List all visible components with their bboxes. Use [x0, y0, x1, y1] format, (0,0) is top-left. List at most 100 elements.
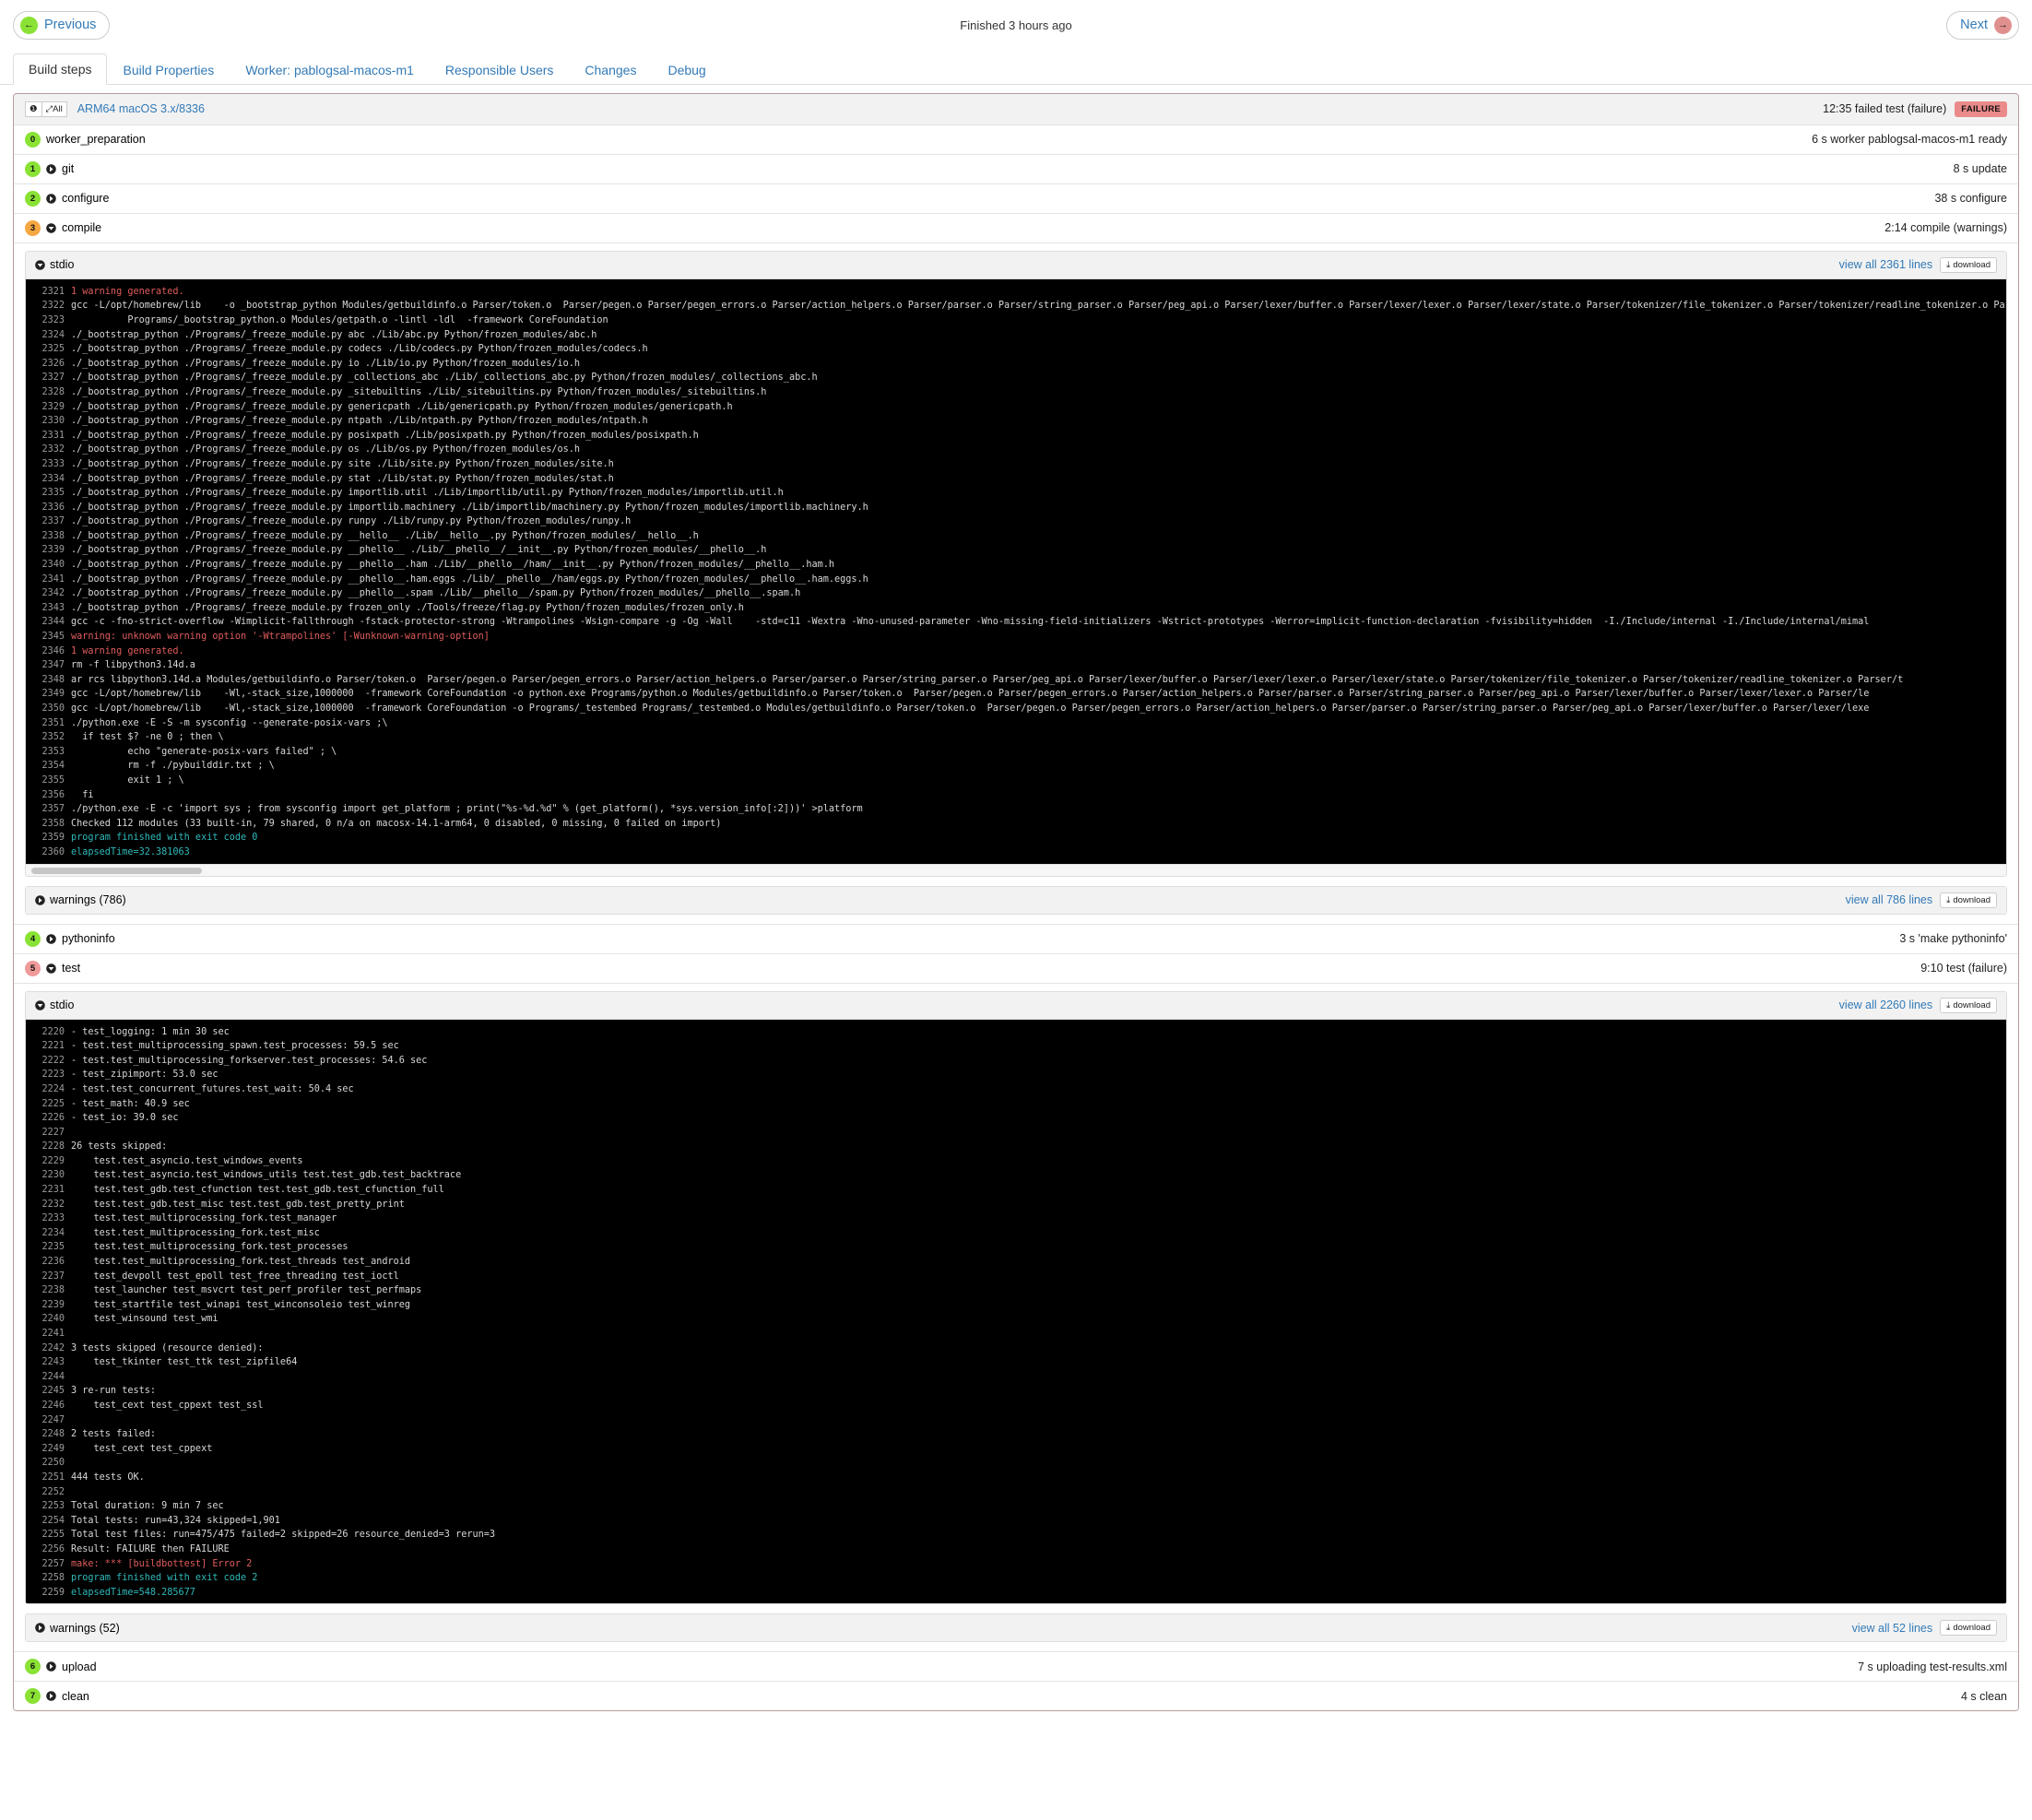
- compile-terminal-output[interactable]: 2321 1 warning generated. 2322 gcc -L/opt/h…: [26, 278, 2006, 864]
- test-terminal-output[interactable]: 2220 - test_logging: 1 min 30 sec 2221 - te…: [26, 1019, 2006, 1604]
- step-name-label: test: [62, 962, 81, 975]
- test-warnings-logcard: warnings (52) view all 52 lines ⤓ downloa…: [25, 1613, 2007, 1643]
- chevron-right-icon[interactable]: [46, 1661, 56, 1672]
- terminal-line: 2328 ./_bootstrap_python ./Programs/_free…: [26, 385, 2006, 400]
- terminal-line-number: 2252: [41, 1486, 65, 1497]
- build-tabs: Build steps Build Properties Worker: pab…: [0, 53, 2032, 85]
- terminal-line-text: program finished with exit code 0: [71, 833, 258, 844]
- terminal-line-number: 2340: [41, 560, 65, 571]
- compile-terminal-hscrollbar[interactable]: [26, 863, 2006, 876]
- step-row-pythoninfo[interactable]: 4 pythoninfo 3 s 'make pythoninfo': [14, 923, 2018, 954]
- terminal-line: 2241: [26, 1327, 2006, 1341]
- terminal-line: 2342 ./_bootstrap_python ./Programs/_free…: [26, 586, 2006, 601]
- terminal-line-number: 2329: [41, 401, 65, 412]
- terminal-line-number: 2345: [41, 632, 65, 643]
- scrollbar-thumb[interactable]: [31, 867, 202, 874]
- terminal-line-number: 2241: [41, 1329, 65, 1340]
- terminal-line-number: 2228: [41, 1141, 65, 1152]
- terminal-line-text: ./_bootstrap_python ./Programs/_freeze_m…: [71, 458, 614, 469]
- step-row-clean[interactable]: 7 clean 4 s clean: [14, 1682, 2018, 1711]
- expand-all-button[interactable]: ⤢ All: [41, 100, 67, 117]
- terminal-line: 2244: [26, 1370, 2006, 1385]
- download-log-button[interactable]: ⤓ download: [1940, 892, 1997, 908]
- download-log-button[interactable]: ⤓ download: [1940, 256, 1997, 273]
- terminal-line: 2336 ./_bootstrap_python ./Programs/_free…: [26, 501, 2006, 515]
- chevron-right-icon[interactable]: ❶: [25, 100, 42, 117]
- build-header-right: 12:35 failed test (failure) FAILURE: [1823, 100, 2007, 117]
- step-row-git[interactable]: 1 git 8 s update: [14, 154, 2018, 184]
- terminal-line-text: ./_bootstrap_python ./Programs/_freeze_m…: [71, 444, 581, 455]
- chevron-right-icon[interactable]: [46, 933, 56, 944]
- build-title-link[interactable]: ARM64 macOS 3.x/8336: [77, 102, 205, 115]
- view-all-lines-link[interactable]: view all 52 lines: [1852, 1622, 1933, 1635]
- step-info-6: 7 s uploading test-results.xml: [1858, 1660, 2007, 1673]
- terminal-line: 2341 ./_bootstrap_python ./Programs/_free…: [26, 573, 2006, 587]
- terminal-line-text: Result: FAILURE then FAILURE: [71, 1543, 230, 1554]
- terminal-line-number: 2327: [41, 372, 65, 384]
- terminal-line-text: if test $? -ne 0 ; then \: [71, 732, 224, 743]
- terminal-line-text: rm -f libpython3.14d.a: [71, 660, 195, 671]
- tab-build-properties[interactable]: Build Properties: [107, 54, 230, 85]
- tab-build-steps[interactable]: Build steps: [13, 53, 108, 85]
- step-name-label: pythoninfo: [62, 932, 115, 946]
- test-stdio-actions: view all 2260 lines ⤓ download: [1839, 997, 1997, 1013]
- terminal-line: 2321 1 warning generated.: [26, 285, 2006, 300]
- terminal-line: 2331 ./_bootstrap_python ./Programs/_free…: [26, 429, 2006, 443]
- terminal-line-text: ./_bootstrap_python ./Programs/_freeze_m…: [71, 545, 767, 556]
- chevron-right-icon[interactable]: [46, 163, 56, 174]
- terminal-line: 2347 rm -f libpython3.14d.a: [26, 658, 2006, 673]
- compile-stdio-title-group[interactable]: stdio: [35, 258, 74, 271]
- terminal-line: 2223 - test_zipimport: 53.0 sec: [26, 1068, 2006, 1082]
- chevron-down-icon[interactable]: [46, 963, 56, 974]
- step-row-test[interactable]: 5 test 9:10 test (failure): [14, 953, 2018, 984]
- next-build-button[interactable]: Next →: [1946, 10, 2019, 40]
- download-log-button[interactable]: ⤓ download: [1940, 1620, 1997, 1637]
- terminal-line-number: 2332: [41, 444, 65, 455]
- terminal-line-text: ./_bootstrap_python ./Programs/_freeze_m…: [71, 473, 614, 484]
- terminal-line-text: gcc -L/opt/homebrew/lib -o _bootstrap_py…: [71, 301, 2006, 312]
- step-row-worker-preparation[interactable]: 0 worker_preparation 6 s worker pablogsa…: [14, 124, 2018, 155]
- test-stdio-title-group[interactable]: stdio: [35, 999, 74, 1011]
- test-stdio-logcard: stdio view all 2260 lines ⤓ download 2220…: [25, 990, 2007, 1605]
- previous-button-label: Previous: [44, 17, 97, 32]
- chevron-right-icon[interactable]: [46, 193, 56, 204]
- terminal-line-text: - test.test_multiprocessing_forkserver.t…: [71, 1055, 428, 1066]
- compile-warnings-title-group[interactable]: warnings (786): [35, 893, 126, 906]
- terminal-line-number: 2347: [41, 660, 65, 671]
- terminal-line: 2354 rm -f ./pybuilddir.txt ; \: [26, 759, 2006, 774]
- terminal-line-text: - test_logging: 1 min 30 sec: [71, 1026, 230, 1037]
- test-stdio-header: stdio view all 2260 lines ⤓ download: [26, 991, 2006, 1020]
- test-warnings-title-group[interactable]: warnings (52): [35, 1622, 120, 1635]
- build-summary-text: 12:35 failed test (failure): [1823, 102, 1947, 116]
- terminal-line-number: 2330: [41, 416, 65, 427]
- terminal-line: 2259 elapsedTime=548.285677: [26, 1586, 2006, 1601]
- tab-responsible-users[interactable]: Responsible Users: [430, 54, 570, 85]
- arrow-left-icon: ←: [20, 16, 38, 34]
- chevron-right-icon[interactable]: [46, 1691, 56, 1702]
- view-all-lines-link[interactable]: view all 786 lines: [1846, 893, 1933, 906]
- terminal-line-number: 2344: [41, 617, 65, 628]
- terminal-line-number: 2259: [41, 1587, 65, 1598]
- terminal-line-number: 2334: [41, 473, 65, 484]
- terminal-line: 2323 Programs/_bootstrap_python.o Module…: [26, 313, 2006, 328]
- step-row-compile[interactable]: 3 compile 2:14 compile (warnings): [14, 213, 2018, 243]
- terminal-line: 2234 test.test_multiprocessing_fork.test…: [26, 1226, 2006, 1241]
- previous-build-button[interactable]: ← Previous: [13, 10, 111, 40]
- download-log-button[interactable]: ⤓ download: [1940, 997, 1997, 1013]
- view-all-lines-link[interactable]: view all 2361 lines: [1839, 258, 1932, 271]
- terminal-line-text: ./_bootstrap_python ./Programs/_freeze_m…: [71, 401, 733, 412]
- terminal-line-text: Total test files: run=475/475 failed=2 s…: [71, 1530, 496, 1541]
- terminal-line-text: test_launcher test_msvcrt test_perf_prof…: [71, 1285, 422, 1296]
- terminal-line-number: 2244: [41, 1371, 65, 1382]
- step-row-upload[interactable]: 6 upload 7 s uploading test-results.xml: [14, 1651, 2018, 1683]
- chevron-down-icon[interactable]: [46, 222, 56, 233]
- view-all-lines-link[interactable]: view all 2260 lines: [1839, 999, 1932, 1011]
- tab-changes[interactable]: Changes: [569, 54, 652, 85]
- terminal-line-number: 2333: [41, 458, 65, 469]
- tab-debug[interactable]: Debug: [652, 54, 721, 85]
- test-warnings-header: warnings (52) view all 52 lines ⤓ downloa…: [26, 1614, 2006, 1642]
- terminal-line: 2258 program finished with exit code 2: [26, 1571, 2006, 1586]
- tab-worker[interactable]: Worker: pablogsal-macos-m1: [230, 54, 430, 85]
- terminal-line-text: test.test_asyncio.test_windows_utils tes…: [71, 1170, 462, 1181]
- step-row-configure[interactable]: 2 configure 38 s configure: [14, 183, 2018, 214]
